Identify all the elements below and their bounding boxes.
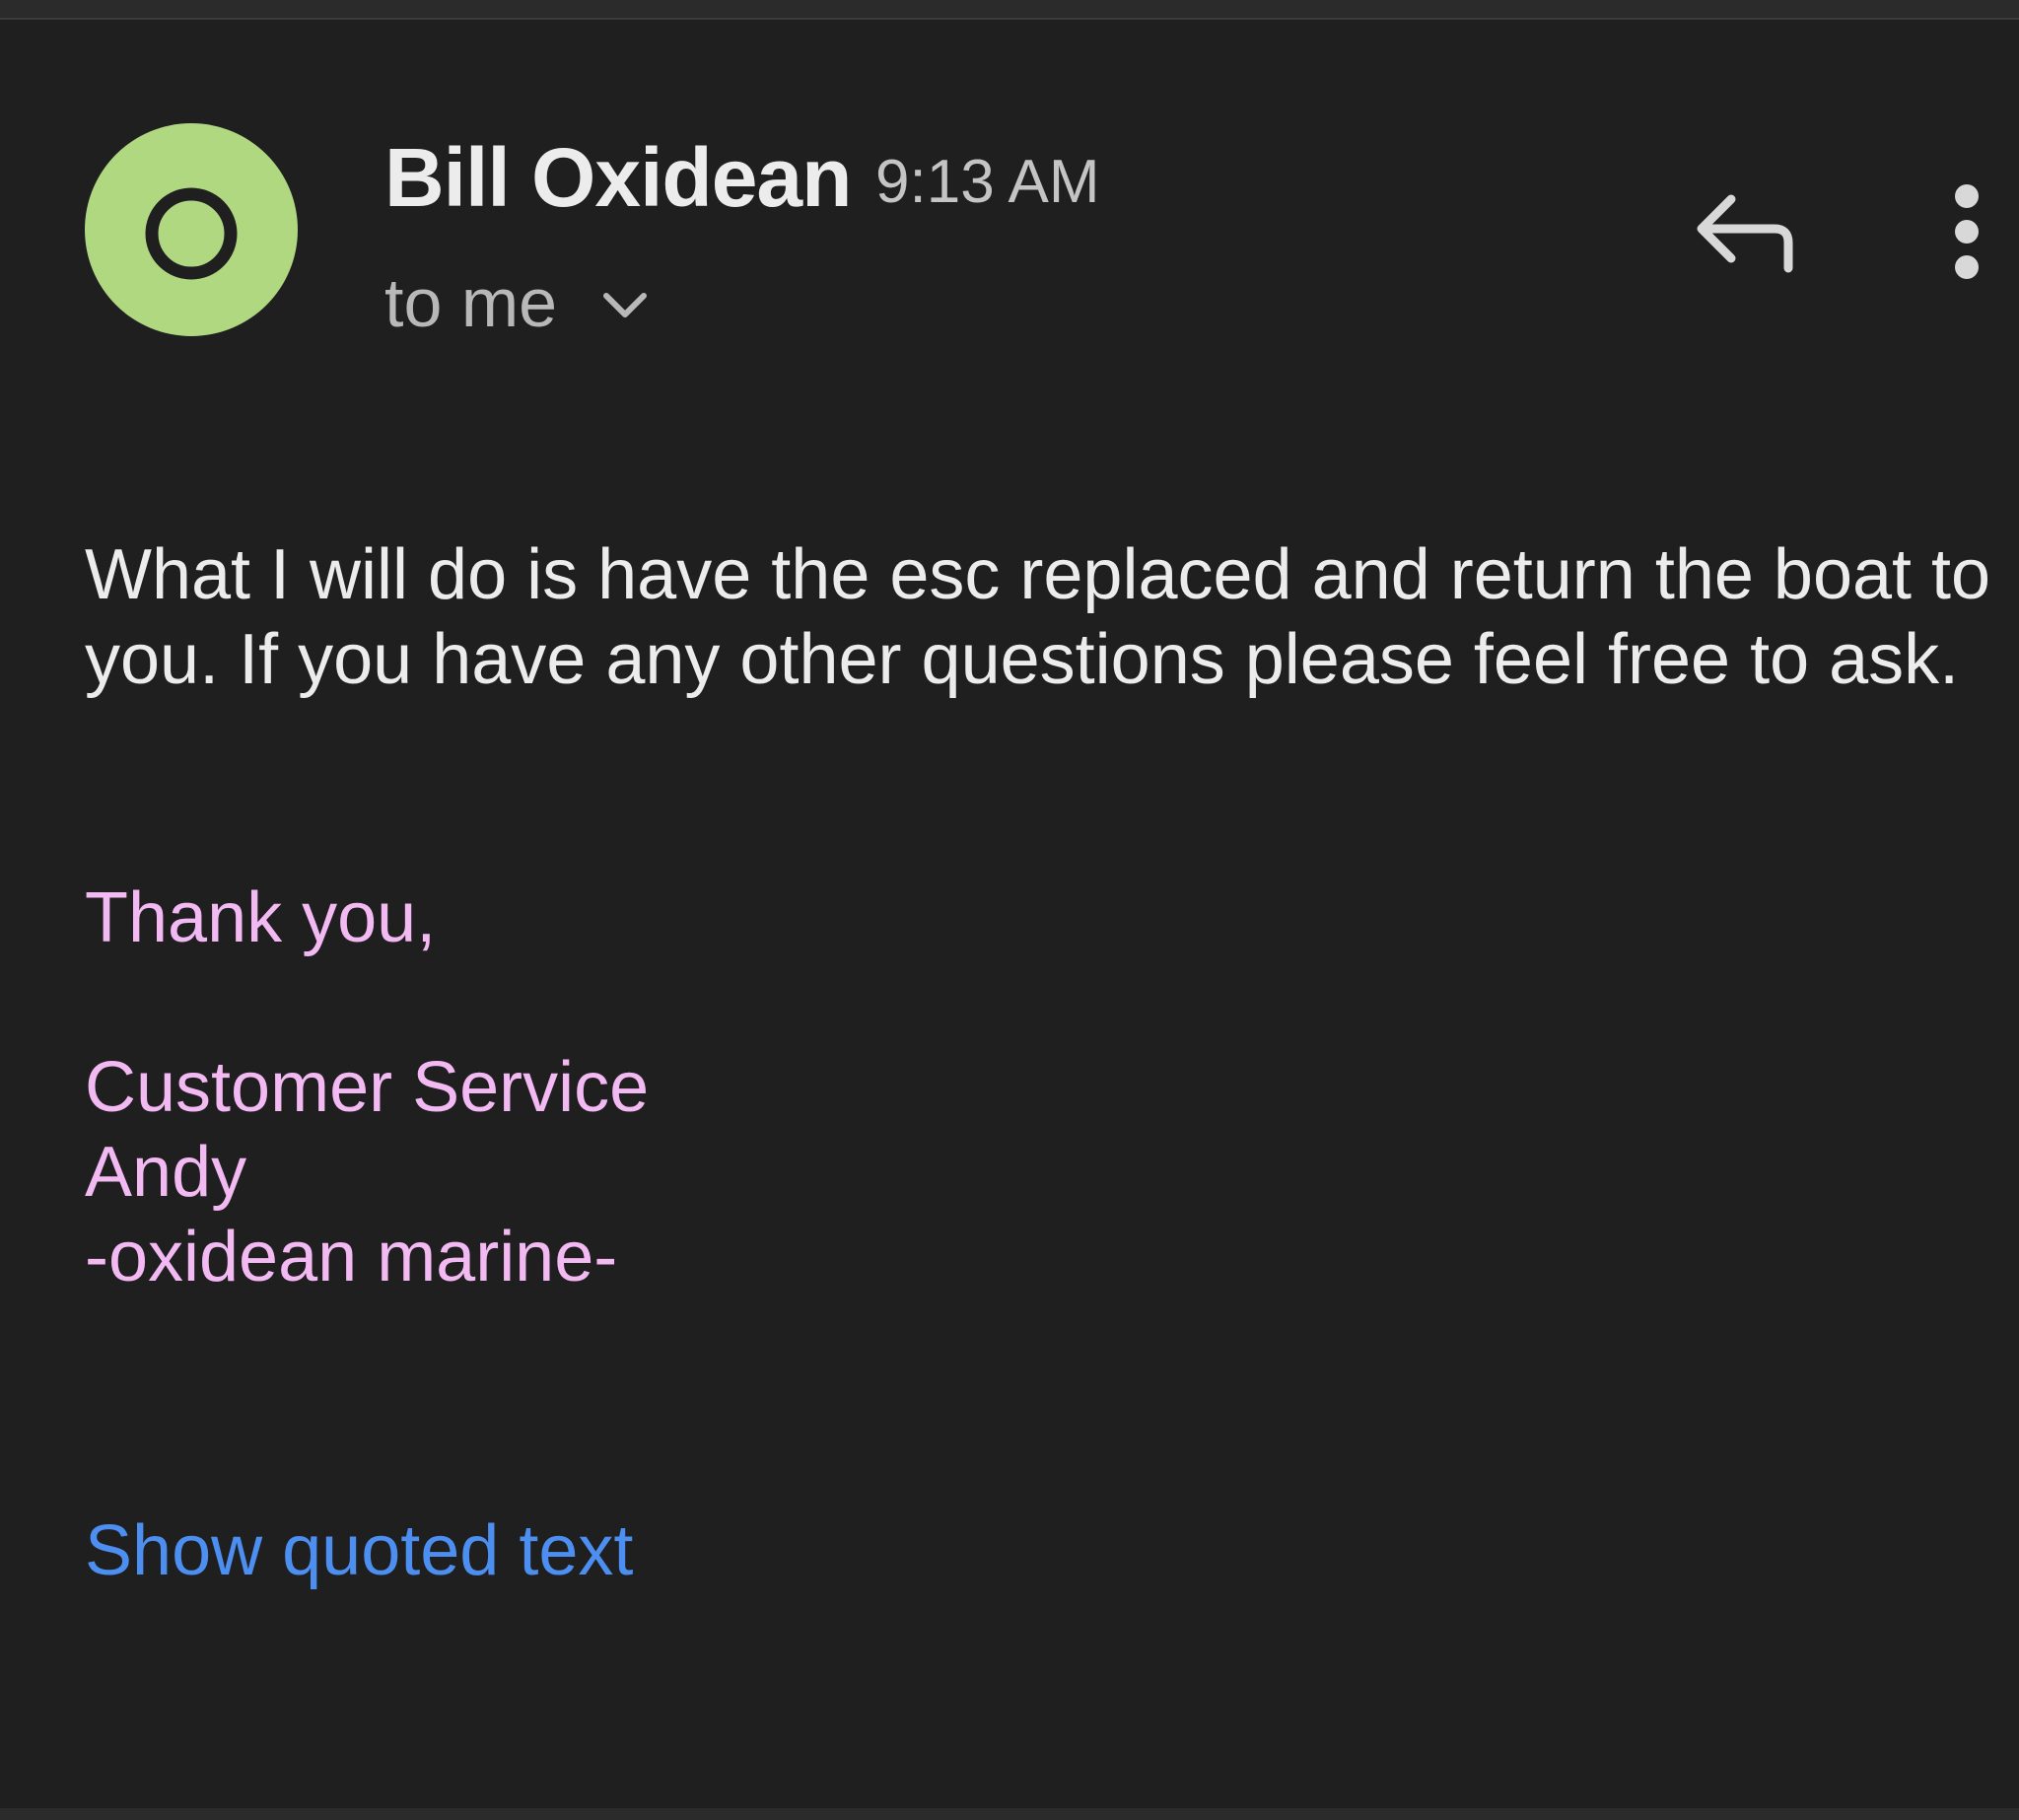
signature-company: -oxidean marine- (85, 1218, 618, 1296)
show-quoted-text-link[interactable]: Show quoted text (85, 1508, 633, 1593)
chevron-down-icon (603, 293, 648, 317)
reply-arrow-icon (1697, 194, 1793, 273)
avatar-letter-icon (145, 187, 238, 280)
signature-closing: Thank you, (85, 878, 437, 957)
vertical-dots-icon (1955, 184, 1979, 279)
signature-department: Customer Service (85, 1048, 650, 1127)
signature-name: Andy (85, 1133, 247, 1212)
sender-name: Bill Oxidean (384, 131, 852, 224)
more-options-button[interactable] (1937, 173, 1996, 291)
window-bottom-border (0, 1808, 2019, 1820)
reply-button[interactable] (1686, 177, 1804, 286)
email-body: What I will do is have the esc replaced … (85, 535, 1991, 699)
window-top-border (0, 0, 2019, 20)
sender-avatar[interactable] (85, 123, 298, 336)
email-timestamp: 9:13 AM (875, 148, 1100, 216)
recipient-details-toggle[interactable]: to me (384, 258, 650, 347)
recipient-label: to me (384, 264, 558, 341)
